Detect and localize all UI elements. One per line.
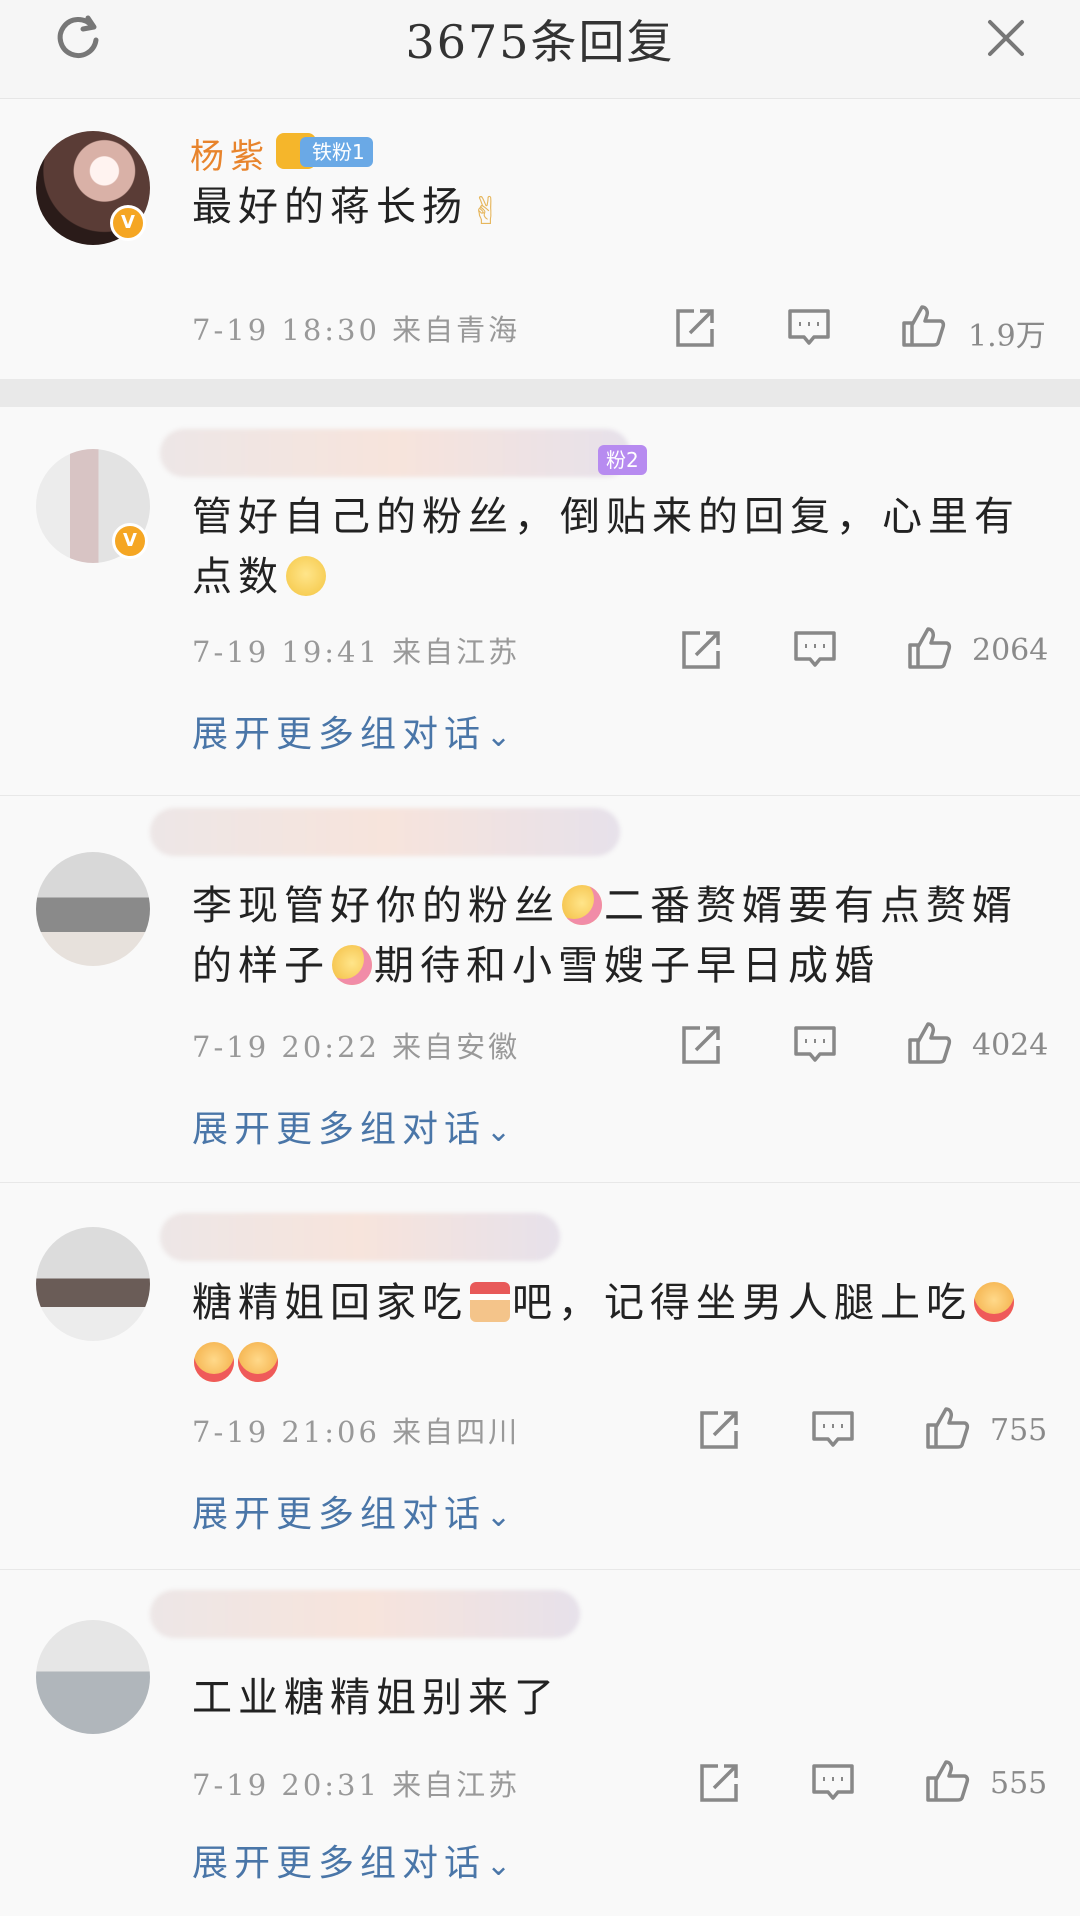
comment-meta: 7-19 20:31 来自江苏: [192, 1762, 520, 1804]
share-icon[interactable]: [696, 1760, 742, 1806]
avatar[interactable]: [36, 1620, 150, 1734]
comment-text: 李现管好你的粉丝 二番赘婿要有点赘婿 的样子 期待和小雪嫂子早日成婚: [192, 883, 1018, 989]
comment-item: 工业糖精姐别来了 7-19 20:31 来自江苏 555 展开更多组对话⌄: [0, 1570, 1080, 1916]
comment-date: 7-19 21:06: [192, 1415, 380, 1449]
like-icon[interactable]: [924, 1758, 970, 1804]
comment-text: 最好的蒋长扬✌: [192, 184, 508, 233]
comment-location: 来自安徽: [392, 1030, 521, 1064]
fan-badge[interactable]: 粉2: [598, 445, 647, 475]
like-icon[interactable]: [900, 303, 946, 349]
comment-text: 工业糖精姐别来了: [192, 1675, 560, 1721]
expand-conversation-link[interactable]: 展开更多组对话⌄: [192, 1834, 511, 1886]
kiss-emoji-icon: [238, 1342, 278, 1382]
share-icon[interactable]: [672, 305, 718, 351]
comment-meta: 7-19 18:30 来自青海: [192, 307, 520, 349]
comment-date: 7-19 18:30: [192, 313, 380, 347]
like-count: 2064: [972, 633, 1049, 668]
username[interactable]: 杨紫: [190, 129, 270, 178]
victory-emoji-icon: ✌: [470, 189, 508, 233]
comment-meta: 7-19 19:41 来自江苏: [192, 629, 520, 671]
kiss-emoji-icon: [974, 1282, 1014, 1322]
comment-item: 李现管好你的粉丝 二番赘婿要有点赘婿 的样子 期待和小雪嫂子早日成婚 7-19 20…: [0, 796, 1080, 1182]
chevron-down-icon: ⌄: [486, 1499, 512, 1534]
kiss-emoji-icon: [194, 1342, 234, 1382]
verified-badge-icon: V: [112, 523, 148, 559]
like-icon[interactable]: [924, 1405, 970, 1451]
comment-location: 来自四川: [392, 1415, 521, 1449]
comment-location: 来自江苏: [392, 635, 521, 669]
expand-conversation-link[interactable]: 展开更多组对话⌄: [192, 1485, 511, 1537]
comment-icon[interactable]: [792, 1022, 838, 1068]
share-icon[interactable]: [678, 627, 724, 673]
chevron-down-icon: ⌄: [486, 719, 512, 754]
section-divider: [0, 379, 1080, 407]
blurred-username: [160, 429, 630, 477]
comment-icon[interactable]: [810, 1407, 856, 1453]
page-title: 3675条回复: [405, 15, 675, 69]
avatar[interactable]: [36, 852, 150, 966]
like-count: 4024: [972, 1028, 1049, 1063]
flower-emoji-icon: [562, 885, 602, 925]
comment-location: 来自青海: [392, 313, 521, 347]
blurred-username: [150, 1590, 580, 1638]
blurred-username: [160, 1213, 560, 1261]
expand-conversation-link[interactable]: 展开更多组对话⌄: [192, 1100, 511, 1152]
like-icon[interactable]: [906, 625, 952, 671]
comment-date: 7-19 20:31: [192, 1768, 380, 1802]
comment-meta: 7-19 21:06 来自四川: [192, 1409, 520, 1451]
comment-text: 糖精姐回家吃 吧，记得坐男人腿上吃: [192, 1273, 1042, 1393]
like-count: 555: [990, 1766, 1048, 1801]
comment-date: 7-19 20:22: [192, 1030, 380, 1064]
comment-text: 管好自己的粉丝，倒贴来的回复，心里有 点数: [192, 494, 1020, 600]
comment-item: V 粉2 管好自己的粉丝，倒贴来的回复，心里有 点数 7-19 19:41 来自…: [0, 407, 1080, 795]
share-icon[interactable]: [696, 1407, 742, 1453]
flower-emoji-icon: [332, 945, 372, 985]
cake-emoji-icon: [470, 1282, 510, 1322]
chevron-down-icon: ⌄: [486, 1848, 512, 1883]
verified-badge-icon: V: [110, 205, 146, 241]
comment-icon[interactable]: [792, 627, 838, 673]
chevron-down-icon: ⌄: [486, 1114, 512, 1149]
close-icon[interactable]: [982, 14, 1030, 62]
comment-item: V 杨紫 铁粉1 最好的蒋长扬✌ 7-19 18:30 来自青海 1.9万: [0, 99, 1080, 379]
expand-conversation-link[interactable]: 展开更多组对话⌄: [192, 705, 511, 757]
blurred-username: [150, 808, 620, 856]
smile-emoji-icon: [286, 556, 326, 596]
reply-header: 3675条回复: [0, 0, 1080, 99]
comment-date: 7-19 19:41: [192, 635, 380, 669]
comment-icon[interactable]: [786, 305, 832, 351]
comment-location: 来自江苏: [392, 1768, 521, 1802]
fan-badge[interactable]: 铁粉1: [300, 137, 373, 167]
comment-meta: 7-19 20:22 来自安徽: [192, 1024, 520, 1066]
avatar[interactable]: [36, 1227, 150, 1341]
comment-item: 糖精姐回家吃 吧，记得坐男人腿上吃 7-19 21:06 来自四川 755 展开更…: [0, 1183, 1080, 1569]
like-count: 1.9万: [968, 319, 1046, 354]
comment-icon[interactable]: [810, 1760, 856, 1806]
share-icon[interactable]: [678, 1022, 724, 1068]
like-icon[interactable]: [906, 1020, 952, 1066]
like-count: 755: [990, 1413, 1048, 1448]
